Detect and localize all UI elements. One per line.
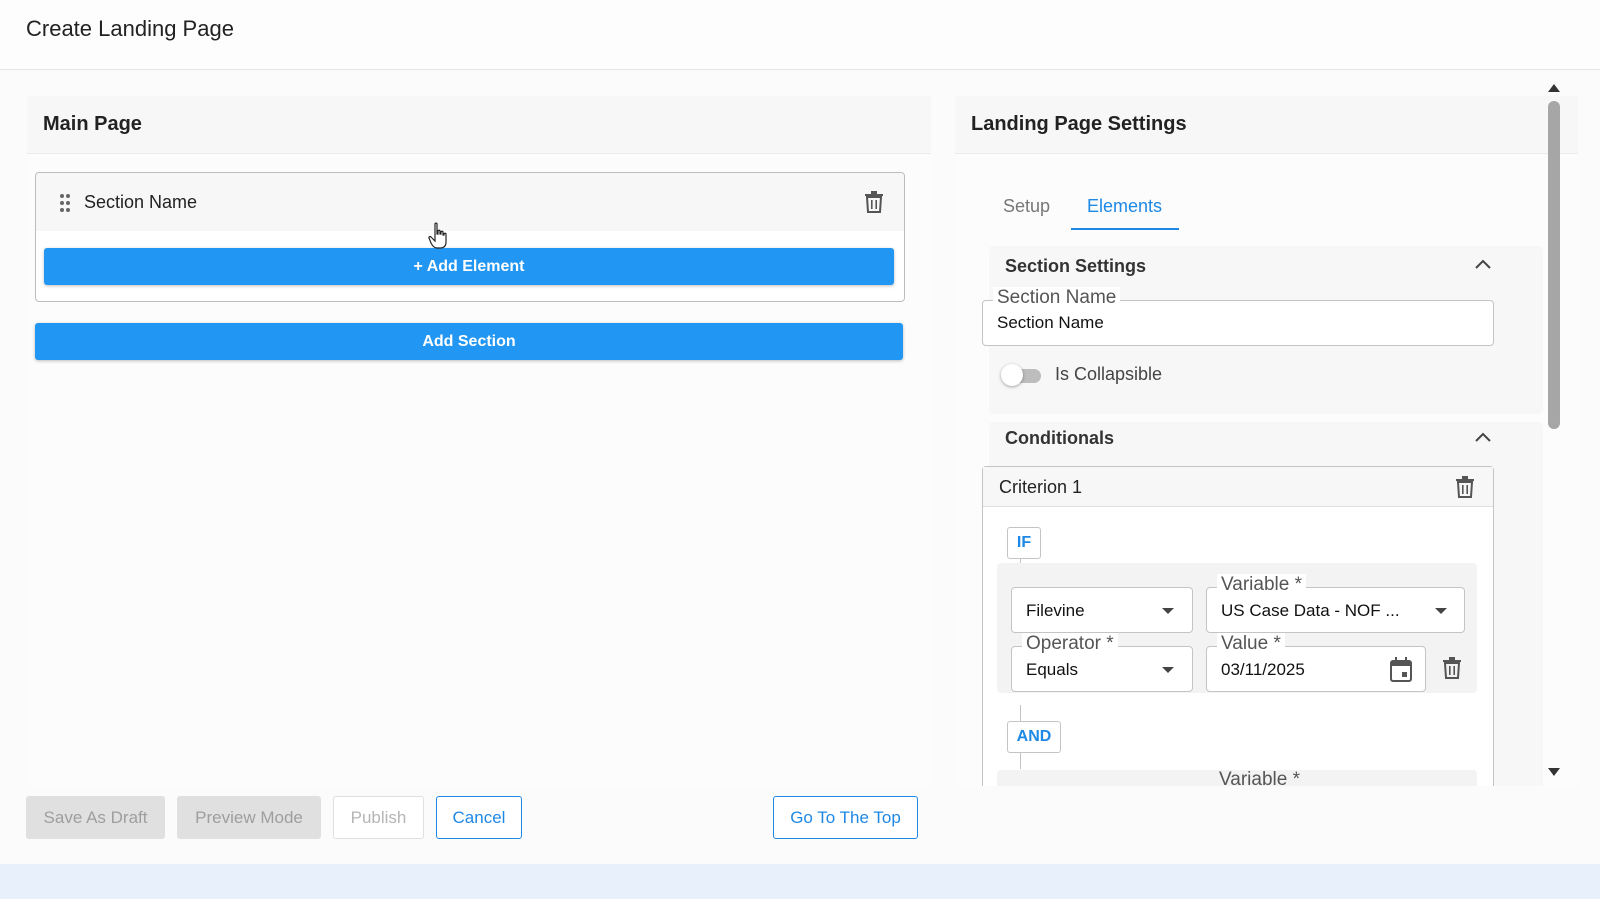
top-bar: Create Landing Page <box>0 0 1600 70</box>
section-name-label: Section Name <box>84 192 198 212</box>
conditionals-title: Conditionals <box>1005 428 1114 448</box>
and-chip[interactable]: AND <box>1007 721 1061 753</box>
collapse-section-settings-icon[interactable] <box>1474 258 1492 270</box>
cancel-button[interactable]: Cancel <box>436 796 522 839</box>
page-title: Create Landing Page <box>26 16 234 41</box>
collapse-conditionals-icon[interactable] <box>1474 431 1492 443</box>
save-as-draft-button[interactable]: Save As Draft <box>26 796 165 839</box>
settings-panel: Landing Page Settings Setup Elements Sec… <box>955 96 1578 786</box>
drag-handle-icon[interactable] <box>58 193 72 213</box>
source-select[interactable]: Filevine <box>1011 587 1193 633</box>
value-field-value[interactable]: 03/11/2025 <box>1221 660 1305 680</box>
section-name-field-label: Section Name <box>993 287 1121 309</box>
delete-condition-icon[interactable] <box>1442 657 1462 679</box>
main-page-panel: Main Page Section Name + Add Element Add… <box>27 96 931 786</box>
add-element-button[interactable]: + Add Element <box>44 248 894 285</box>
main-page-title: Main Page <box>43 113 142 135</box>
collapsible-toggle-label: Is Collapsible <box>1055 364 1163 384</box>
connector-line <box>1020 753 1021 769</box>
section-card[interactable]: Section Name + Add Element <box>35 172 905 302</box>
bottom-strip <box>0 864 1600 899</box>
active-tab-indicator <box>1071 228 1179 230</box>
variable-select-value: US Case Data - NOF ... <box>1221 601 1400 620</box>
scroll-down-arrow-icon[interactable] <box>1548 768 1560 776</box>
main-page-header: Main Page <box>27 96 931 154</box>
hand-cursor-icon <box>428 222 447 249</box>
settings-title: Landing Page Settings <box>971 113 1187 135</box>
tab-elements[interactable]: Elements <box>1087 196 1162 217</box>
source-select-value: Filevine <box>1026 601 1085 620</box>
section-name-field[interactable]: Section Name Section Name <box>982 287 1494 346</box>
criterion-card: Criterion 1 IF Filevine Variable * US Ca… <box>982 466 1494 786</box>
go-to-top-button[interactable]: Go To The Top <box>773 796 918 839</box>
add-section-button[interactable]: Add Section <box>35 323 903 360</box>
variable-select-label: Variable * <box>1217 574 1306 596</box>
operator-select[interactable]: Operator * Equals <box>1011 633 1193 692</box>
scroll-up-arrow-icon[interactable] <box>1548 84 1560 92</box>
tab-setup[interactable]: Setup <box>1003 196 1050 217</box>
operator-dropdown-icon <box>1162 667 1174 673</box>
operator-select-label: Operator * <box>1022 633 1118 655</box>
connector-line <box>1020 705 1021 721</box>
scrollbar-thumb[interactable] <box>1548 101 1560 429</box>
criterion-title: Criterion 1 <box>999 477 1083 497</box>
variable-dropdown-icon <box>1435 608 1447 614</box>
publish-button[interactable]: Publish <box>333 796 424 839</box>
section-name-field-value[interactable]: Section Name <box>997 313 1104 333</box>
value-date-field[interactable]: Value * 03/11/2025 <box>1206 633 1426 692</box>
criterion-header: Criterion 1 <box>983 467 1493 507</box>
collapsible-toggle-thumb[interactable] <box>1001 364 1023 386</box>
next-variable-label: Variable * <box>1219 769 1300 786</box>
value-field-label: Value * <box>1217 633 1285 655</box>
calendar-icon[interactable] <box>1389 657 1413 683</box>
if-chip[interactable]: IF <box>1007 527 1041 559</box>
delete-criterion-icon[interactable] <box>1455 476 1475 498</box>
variable-select[interactable]: Variable * US Case Data - NOF ... <box>1206 574 1465 633</box>
settings-header: Landing Page Settings <box>955 96 1578 154</box>
section-settings-title: Section Settings <box>1005 256 1147 276</box>
source-dropdown-icon <box>1162 608 1174 614</box>
operator-select-value: Equals <box>1026 660 1078 679</box>
delete-section-icon[interactable] <box>864 191 884 213</box>
preview-mode-button[interactable]: Preview Mode <box>177 796 321 839</box>
